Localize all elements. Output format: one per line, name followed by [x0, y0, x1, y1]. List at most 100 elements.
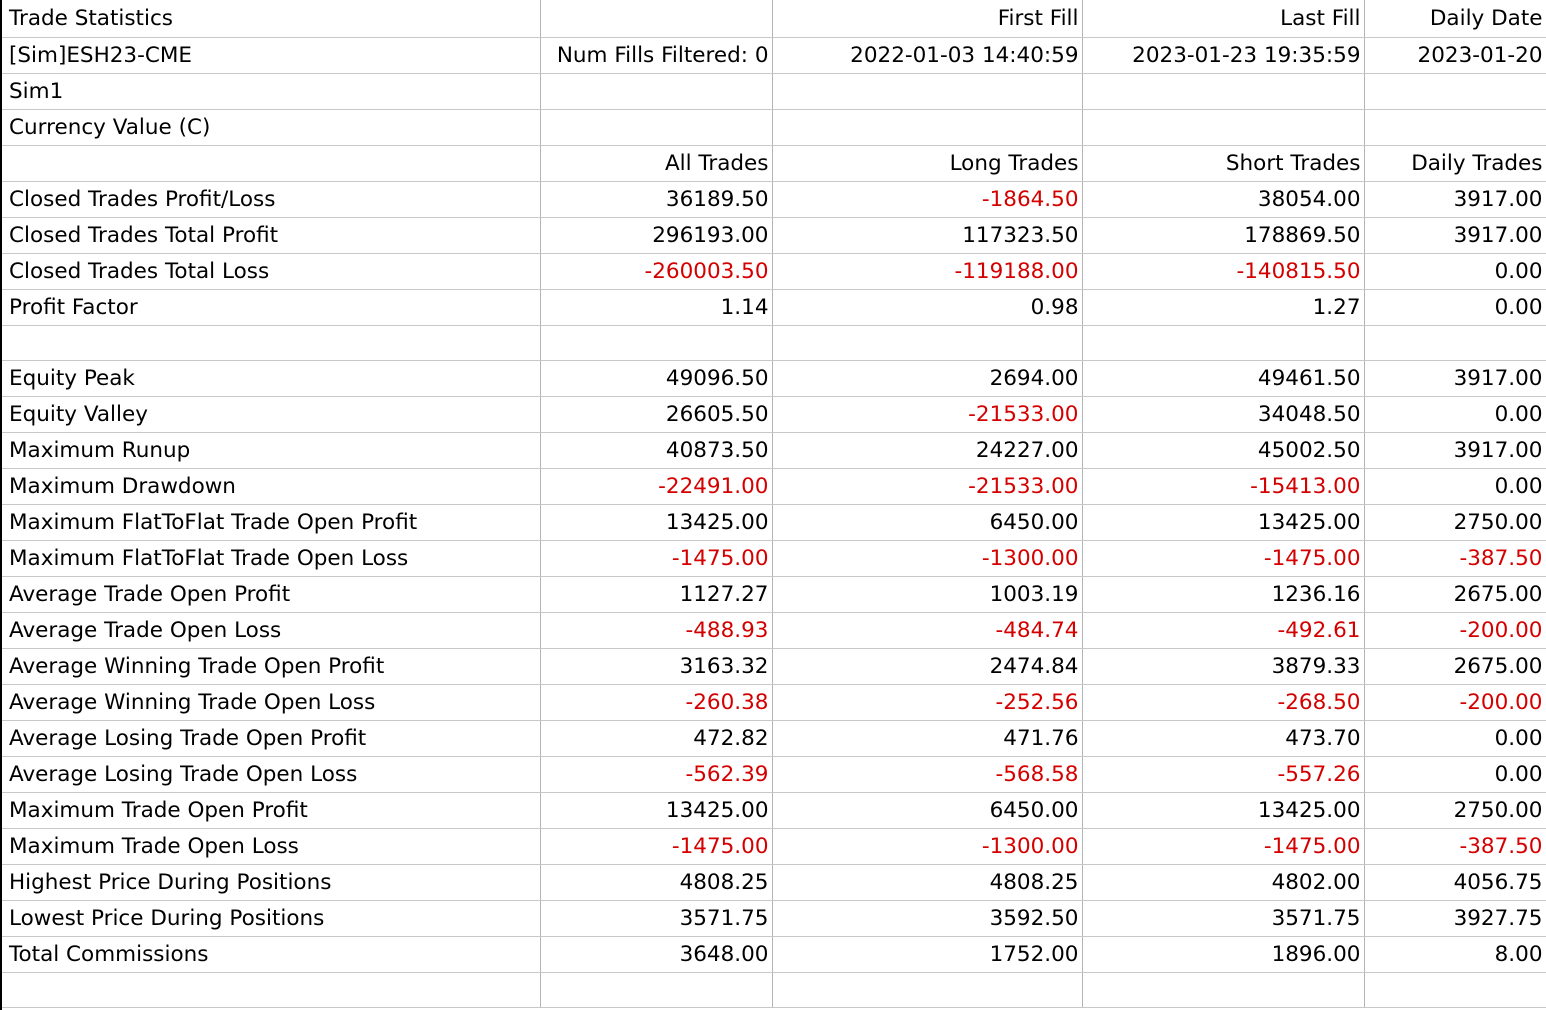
stat-value-short-trades[interactable]: 1896.00 [1082, 936, 1365, 973]
stat-value-long-trades[interactable]: 3592.50 [772, 900, 1083, 937]
stat-label[interactable]: Average Winning Trade Open Profit [2, 648, 541, 685]
stat-value-short-trades[interactable]: 45002.50 [1082, 432, 1365, 469]
column-header-all-trades[interactable]: All Trades [540, 145, 773, 182]
stat-label[interactable]: Maximum FlatToFlat Trade Open Profit [2, 504, 541, 541]
stat-value-short-trades[interactable]: 473.70 [1082, 720, 1365, 757]
stat-label[interactable]: Total Commissions [2, 936, 541, 973]
empty-cell[interactable] [772, 972, 1083, 1008]
stat-value-long-trades[interactable]: -252.56 [772, 684, 1083, 721]
stat-value-all-trades[interactable]: 3648.00 [540, 936, 773, 973]
stat-label[interactable]: Average Trade Open Loss [2, 612, 541, 649]
stat-label[interactable]: Equity Valley [2, 396, 541, 433]
stat-label[interactable]: Profit Factor [2, 289, 541, 326]
empty-cell[interactable] [772, 109, 1083, 146]
empty-cell[interactable] [540, 0, 773, 38]
stat-label[interactable]: Average Losing Trade Open Profit [2, 720, 541, 757]
stat-value-daily-trades[interactable]: 8.00 [1364, 936, 1546, 973]
stat-value-long-trades[interactable]: 471.76 [772, 720, 1083, 757]
stat-value-short-trades[interactable]: -15413.00 [1082, 468, 1365, 505]
last-fill-label[interactable]: Last Fill [1082, 0, 1365, 38]
stat-value-daily-trades[interactable]: -387.50 [1364, 540, 1546, 577]
stat-value-long-trades[interactable]: 2474.84 [772, 648, 1083, 685]
stat-value-daily-trades[interactable]: 2675.00 [1364, 648, 1546, 685]
value-mode-cell[interactable]: Currency Value (C) [2, 109, 541, 146]
stat-value-all-trades[interactable]: 1.14 [540, 289, 773, 326]
empty-cell[interactable] [1082, 109, 1365, 146]
stat-value-short-trades[interactable]: 34048.50 [1082, 396, 1365, 433]
empty-cell[interactable] [1082, 325, 1365, 361]
stat-value-all-trades[interactable]: -22491.00 [540, 468, 773, 505]
stat-value-daily-trades[interactable]: 2675.00 [1364, 576, 1546, 613]
stat-label[interactable]: Lowest Price During Positions [2, 900, 541, 937]
stat-value-long-trades[interactable]: 2694.00 [772, 360, 1083, 397]
stat-value-long-trades[interactable]: 117323.50 [772, 217, 1083, 254]
stat-label[interactable]: Closed Trades Total Loss [2, 253, 541, 290]
symbol-cell[interactable]: [Sim]ESH23-CME [2, 37, 541, 74]
stat-value-long-trades[interactable]: 6450.00 [772, 504, 1083, 541]
stat-value-long-trades[interactable]: -119188.00 [772, 253, 1083, 290]
stat-value-all-trades[interactable]: -260.38 [540, 684, 773, 721]
stat-value-daily-trades[interactable]: 0.00 [1364, 253, 1546, 290]
stat-value-daily-trades[interactable]: 4056.75 [1364, 864, 1546, 901]
empty-cell[interactable] [1082, 972, 1365, 1008]
stat-label[interactable]: Equity Peak [2, 360, 541, 397]
empty-cell[interactable] [540, 325, 773, 361]
empty-cell[interactable] [772, 325, 1083, 361]
stat-value-all-trades[interactable]: 4808.25 [540, 864, 773, 901]
empty-cell[interactable] [540, 109, 773, 146]
stat-label[interactable]: Highest Price During Positions [2, 864, 541, 901]
stat-value-daily-trades[interactable]: 0.00 [1364, 468, 1546, 505]
stat-value-long-trades[interactable]: -484.74 [772, 612, 1083, 649]
daily-date-value[interactable]: 2023-01-20 [1364, 37, 1546, 74]
column-header-long-trades[interactable]: Long Trades [772, 145, 1083, 182]
stat-value-long-trades[interactable]: -21533.00 [772, 396, 1083, 433]
stat-value-short-trades[interactable]: -1475.00 [1082, 540, 1365, 577]
stat-value-long-trades[interactable]: 1752.00 [772, 936, 1083, 973]
stat-value-short-trades[interactable]: -140815.50 [1082, 253, 1365, 290]
stat-value-short-trades[interactable]: 13425.00 [1082, 504, 1365, 541]
stat-value-short-trades[interactable]: 13425.00 [1082, 792, 1365, 829]
stat-value-all-trades[interactable]: 3571.75 [540, 900, 773, 937]
stat-value-short-trades[interactable]: 178869.50 [1082, 217, 1365, 254]
column-header-short-trades[interactable]: Short Trades [1082, 145, 1365, 182]
stat-value-daily-trades[interactable]: 2750.00 [1364, 792, 1546, 829]
stat-value-short-trades[interactable]: -492.61 [1082, 612, 1365, 649]
stat-value-all-trades[interactable]: -1475.00 [540, 540, 773, 577]
stat-value-all-trades[interactable]: 472.82 [540, 720, 773, 757]
empty-cell[interactable] [2, 145, 541, 182]
empty-cell[interactable] [540, 73, 773, 110]
stat-value-all-trades[interactable]: -488.93 [540, 612, 773, 649]
stat-value-short-trades[interactable]: -268.50 [1082, 684, 1365, 721]
stat-label[interactable]: Maximum Trade Open Loss [2, 828, 541, 865]
stat-value-daily-trades[interactable]: 2750.00 [1364, 504, 1546, 541]
stat-value-all-trades[interactable]: 26605.50 [540, 396, 773, 433]
stat-label[interactable]: Maximum Runup [2, 432, 541, 469]
empty-cell[interactable] [540, 972, 773, 1008]
stat-value-daily-trades[interactable]: 0.00 [1364, 720, 1546, 757]
empty-cell[interactable] [1364, 73, 1546, 110]
stat-label[interactable]: Average Winning Trade Open Loss [2, 684, 541, 721]
stat-value-short-trades[interactable]: 3879.33 [1082, 648, 1365, 685]
stat-value-daily-trades[interactable]: 3917.00 [1364, 181, 1546, 218]
stat-value-all-trades[interactable]: 13425.00 [540, 504, 773, 541]
stat-value-daily-trades[interactable]: -387.50 [1364, 828, 1546, 865]
stat-label[interactable]: Average Trade Open Profit [2, 576, 541, 613]
empty-cell[interactable] [1364, 972, 1546, 1008]
stat-value-long-trades[interactable]: 6450.00 [772, 792, 1083, 829]
first-fill-label[interactable]: First Fill [772, 0, 1083, 38]
stat-value-long-trades[interactable]: 4808.25 [772, 864, 1083, 901]
stat-label[interactable]: Maximum Trade Open Profit [2, 792, 541, 829]
stat-value-long-trades[interactable]: 24227.00 [772, 432, 1083, 469]
first-fill-value[interactable]: 2022-01-03 14:40:59 [772, 37, 1083, 74]
stat-value-all-trades[interactable]: 36189.50 [540, 181, 773, 218]
column-header-daily-trades[interactable]: Daily Trades [1364, 145, 1546, 182]
stat-value-all-trades[interactable]: -1475.00 [540, 828, 773, 865]
stat-value-all-trades[interactable]: 49096.50 [540, 360, 773, 397]
stat-value-daily-trades[interactable]: 0.00 [1364, 289, 1546, 326]
empty-cell[interactable] [772, 73, 1083, 110]
empty-cell[interactable] [1364, 325, 1546, 361]
stat-value-daily-trades[interactable]: -200.00 [1364, 612, 1546, 649]
stat-value-all-trades[interactable]: 13425.00 [540, 792, 773, 829]
empty-cell[interactable] [2, 325, 541, 361]
stat-value-daily-trades[interactable]: 3927.75 [1364, 900, 1546, 937]
